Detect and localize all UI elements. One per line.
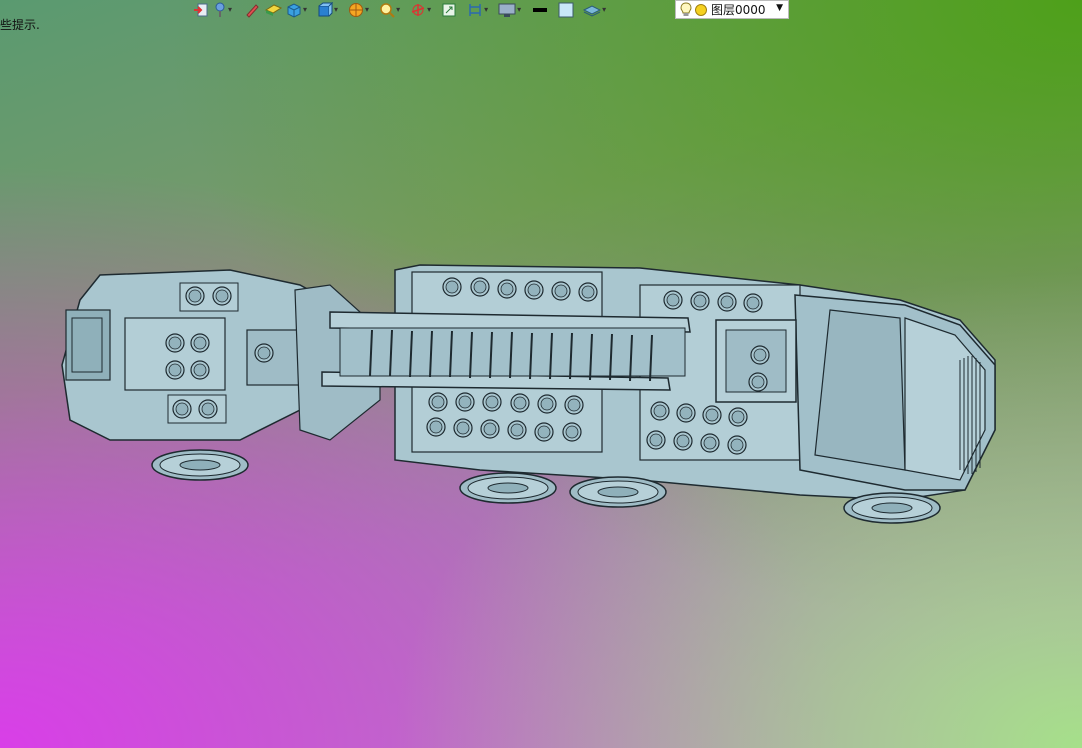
render-sphere-button[interactable]: ▾: [347, 1, 370, 19]
view-toolbar: ▾ ▾ ▾ ▾ ▾ ▾ ▾ ▾ ▾: [192, 0, 607, 20]
exit-arrow-icon: [194, 3, 208, 17]
layer-dropdown[interactable]: 图层0000 ▼: [675, 0, 789, 19]
chevron-down-icon: ▾: [228, 5, 233, 14]
chevron-down-icon: ▾: [365, 5, 370, 14]
fit-view-icon: [442, 3, 456, 17]
chevron-down-icon: ▾: [427, 5, 432, 14]
section-icon: [469, 4, 481, 16]
exit-arrow-button[interactable]: [192, 1, 210, 19]
chevron-down-icon: ▾: [602, 5, 607, 14]
fire-truck-model[interactable]: [0, 0, 1082, 748]
lightbulb-icon[interactable]: [680, 2, 692, 17]
sun-icon[interactable]: [694, 3, 708, 17]
face-color-icon: [558, 2, 574, 18]
zoom-button[interactable]: ▾: [378, 1, 401, 19]
chevron-down-icon: ▾: [334, 5, 339, 14]
light-pin-icon: [215, 2, 225, 17]
chevron-down-icon: ▾: [517, 5, 522, 14]
solid-cube-icon: [287, 3, 301, 18]
layers-icon: [583, 5, 602, 17]
display-button[interactable]: ▾: [497, 1, 522, 19]
pencil-icon: [246, 4, 259, 18]
chevron-down-icon: ▾: [484, 5, 489, 14]
pencil-button[interactable]: [243, 1, 261, 19]
layers-button[interactable]: ▾: [582, 1, 607, 19]
ladder: [321, 311, 691, 391]
rotate-axis-button[interactable]: ▾: [409, 1, 432, 19]
fit-view-button[interactable]: [440, 1, 458, 19]
3d-viewport[interactable]: 些提示. ▾ ▾ ▾ ▾ ▾ ▾ ▾ ▾ ▾ 图层0000 ▼: [0, 0, 1082, 748]
line-color-icon: [533, 8, 548, 12]
plane-box-icon: [264, 4, 283, 16]
status-hint-text: 些提示.: [0, 18, 40, 32]
section-button[interactable]: ▾: [466, 1, 489, 19]
line-color-button[interactable]: [530, 1, 550, 19]
rotate-axis-icon: [411, 4, 425, 16]
chevron-down-icon: ▾: [303, 5, 308, 14]
layer-name: 图层0000: [711, 3, 766, 17]
solid-cube-button[interactable]: ▾: [285, 1, 308, 19]
display-icon: [498, 3, 516, 17]
view-cube-button[interactable]: ▾: [316, 1, 339, 19]
view-cube-icon: [318, 2, 334, 17]
zoom-icon: [380, 3, 395, 18]
dropdown-arrow-icon[interactable]: ▼: [776, 3, 783, 13]
light-pin-button[interactable]: ▾: [212, 1, 233, 19]
face-color-button[interactable]: [556, 1, 576, 19]
plane-box-button[interactable]: [263, 1, 283, 19]
chevron-down-icon: ▾: [396, 5, 401, 14]
render-sphere-icon: [349, 3, 364, 17]
